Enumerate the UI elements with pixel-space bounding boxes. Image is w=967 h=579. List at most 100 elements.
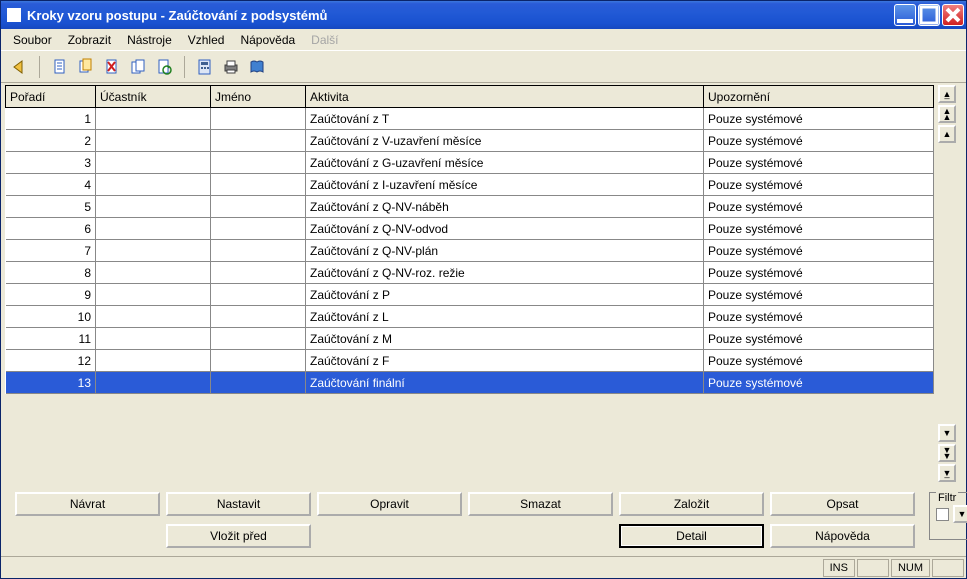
cell-poradi[interactable]: 6: [6, 218, 96, 240]
cell-jmeno[interactable]: [211, 108, 306, 130]
cell-aktivita[interactable]: Zaúčtování z T: [306, 108, 704, 130]
cell-jmeno[interactable]: [211, 218, 306, 240]
smazat-button[interactable]: Smazat: [468, 492, 613, 516]
table-row[interactable]: 4 Zaúčtování z I-uzavření měsícePouze sys…: [6, 174, 934, 196]
cell-upozorneni[interactable]: Pouze systémové: [704, 196, 934, 218]
cell-upozorneni[interactable]: Pouze systémové: [704, 174, 934, 196]
minimize-button[interactable]: [894, 4, 916, 26]
table-row[interactable]: 9 Zaúčtování z PPouze systémové: [6, 284, 934, 306]
cell-aktivita[interactable]: Zaúčtování finální: [306, 372, 704, 394]
table-row[interactable]: 8Zaúčtování z Q-NV-roz. režiePouze systé…: [6, 262, 934, 284]
scroll-pageup-icon[interactable]: ▲▲: [938, 105, 956, 123]
opravit-button[interactable]: Opravit: [317, 492, 462, 516]
doc-delete-icon[interactable]: [100, 55, 124, 79]
cell-aktivita[interactable]: Zaúčtování z P: [306, 284, 704, 306]
zalozit-button[interactable]: Založit: [619, 492, 764, 516]
cell-aktivita[interactable]: Zaúčtování z V-uzavření měsíce: [306, 130, 704, 152]
scroll-up-icon[interactable]: ▲: [938, 125, 956, 143]
cell-upozorneni[interactable]: Pouze systémové: [704, 130, 934, 152]
table-row[interactable]: 7Zaúčtování z Q-NV-plánPouze systémové: [6, 240, 934, 262]
cell-upozorneni[interactable]: Pouze systémové: [704, 284, 934, 306]
cell-poradi[interactable]: 12: [6, 350, 96, 372]
cell-poradi[interactable]: 3: [6, 152, 96, 174]
cell-upozorneni[interactable]: Pouze systémové: [704, 372, 934, 394]
cell-upozorneni[interactable]: Pouze systémové: [704, 218, 934, 240]
cell-jmeno[interactable]: [211, 240, 306, 262]
cell-aktivita[interactable]: Zaúčtování z Q-NV-plán: [306, 240, 704, 262]
cell-ucastnik[interactable]: [96, 152, 211, 174]
menu-soubor[interactable]: Soubor: [5, 31, 60, 49]
table-row[interactable]: 13 Zaúčtování finálníPouze systémové: [6, 372, 934, 394]
cell-upozorneni[interactable]: Pouze systémové: [704, 350, 934, 372]
print-icon[interactable]: [219, 55, 243, 79]
cell-poradi[interactable]: 13: [6, 372, 96, 394]
maximize-button[interactable]: [918, 4, 940, 26]
opsat-button[interactable]: Opsat: [770, 492, 915, 516]
cell-aktivita[interactable]: Zaúčtování z I-uzavření měsíce: [306, 174, 704, 196]
table-row[interactable]: 1 Zaúčtování z TPouze systémové: [6, 108, 934, 130]
menu-zobrazit[interactable]: Zobrazit: [60, 31, 119, 49]
cell-poradi[interactable]: 10: [6, 306, 96, 328]
cell-ucastnik[interactable]: [96, 108, 211, 130]
cell-jmeno[interactable]: [211, 284, 306, 306]
nastavit-button[interactable]: Nastavit: [166, 492, 311, 516]
cell-jmeno[interactable]: [211, 152, 306, 174]
close-button[interactable]: [942, 4, 964, 26]
cell-ucastnik[interactable]: [96, 130, 211, 152]
cell-ucastnik[interactable]: [96, 328, 211, 350]
scroll-top-icon[interactable]: ▲_: [938, 85, 956, 103]
data-grid[interactable]: Pořadí Účastník Jméno Aktivita Upozorněn…: [5, 85, 934, 482]
cell-aktivita[interactable]: Zaúčtování z G-uzavření měsíce: [306, 152, 704, 174]
scroll-down-icon[interactable]: ▼: [938, 424, 956, 442]
cell-aktivita[interactable]: Zaúčtování z Q-NV-náběh: [306, 196, 704, 218]
cell-poradi[interactable]: 8: [6, 262, 96, 284]
table-row[interactable]: 3 Zaúčtování z G-uzavření měsícePouze sys…: [6, 152, 934, 174]
titlebar[interactable]: Kroky vzoru postupu - Zaúčtování z podsy…: [1, 1, 966, 29]
vlozit-pred-button[interactable]: Vložit před: [166, 524, 311, 548]
back-icon[interactable]: [7, 55, 31, 79]
cell-jmeno[interactable]: [211, 306, 306, 328]
menu-napoveda[interactable]: Nápověda: [232, 31, 303, 49]
cell-aktivita[interactable]: Zaúčtování z M: [306, 328, 704, 350]
cell-ucastnik[interactable]: [96, 174, 211, 196]
cell-jmeno[interactable]: [211, 196, 306, 218]
book-icon[interactable]: [245, 55, 269, 79]
cell-poradi[interactable]: 9: [6, 284, 96, 306]
calculator-icon[interactable]: [193, 55, 217, 79]
cell-ucastnik[interactable]: [96, 196, 211, 218]
cell-jmeno[interactable]: [211, 174, 306, 196]
doc-copy-icon[interactable]: [74, 55, 98, 79]
col-poradi[interactable]: Pořadí: [6, 86, 96, 108]
navrat-button[interactable]: Návrat: [15, 492, 160, 516]
filter-dropdown-icon[interactable]: ▼: [953, 505, 967, 523]
cell-aktivita[interactable]: Zaúčtování z L: [306, 306, 704, 328]
filter-checkbox[interactable]: [936, 508, 949, 521]
menu-nastroje[interactable]: Nástroje: [119, 31, 180, 49]
cell-poradi[interactable]: 4: [6, 174, 96, 196]
cell-upozorneni[interactable]: Pouze systémové: [704, 152, 934, 174]
col-jmeno[interactable]: Jméno: [211, 86, 306, 108]
table-row[interactable]: 5 Zaúčtování z Q-NV-náběhPouze systémové: [6, 196, 934, 218]
col-ucastnik[interactable]: Účastník: [96, 86, 211, 108]
cell-aktivita[interactable]: Zaúčtování z F: [306, 350, 704, 372]
cell-upozorneni[interactable]: Pouze systémové: [704, 306, 934, 328]
cell-jmeno[interactable]: [211, 130, 306, 152]
cell-ucastnik[interactable]: [96, 372, 211, 394]
table-row[interactable]: 11Zaúčtování z MPouze systémové: [6, 328, 934, 350]
doc-refresh-icon[interactable]: [152, 55, 176, 79]
cell-upozorneni[interactable]: Pouze systémové: [704, 108, 934, 130]
cell-ucastnik[interactable]: [96, 218, 211, 240]
cell-poradi[interactable]: 5: [6, 196, 96, 218]
cell-ucastnik[interactable]: [96, 350, 211, 372]
cell-ucastnik[interactable]: [96, 240, 211, 262]
napoveda-button[interactable]: Nápověda: [770, 524, 915, 548]
cell-upozorneni[interactable]: Pouze systémové: [704, 240, 934, 262]
cell-poradi[interactable]: 2: [6, 130, 96, 152]
cell-poradi[interactable]: 1: [6, 108, 96, 130]
cell-aktivita[interactable]: Zaúčtování z Q-NV-odvod: [306, 218, 704, 240]
table-row[interactable]: 10 Zaúčtování z LPouze systémové: [6, 306, 934, 328]
cell-poradi[interactable]: 11: [6, 328, 96, 350]
cell-ucastnik[interactable]: [96, 262, 211, 284]
table-row[interactable]: 12 Zaúčtování z FPouze systémové: [6, 350, 934, 372]
cell-ucastnik[interactable]: [96, 306, 211, 328]
